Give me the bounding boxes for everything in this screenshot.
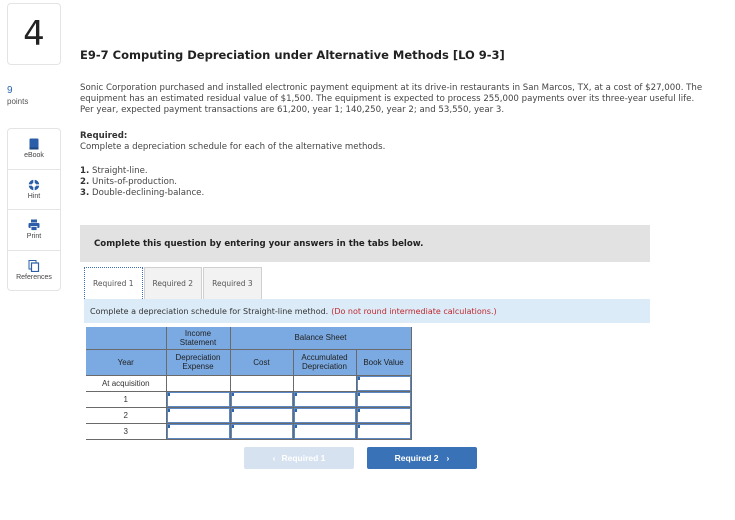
header-book-value: Book Value: [355, 349, 412, 375]
depreciation-expense-input[interactable]: [166, 407, 230, 423]
chevron-right-icon: ›: [446, 453, 450, 463]
required-section: Required: Complete a depreciation schedu…: [80, 131, 385, 153]
cost-input[interactable]: [230, 407, 293, 423]
book-value-input[interactable]: [356, 423, 411, 439]
book-value-cell: [355, 390, 412, 408]
accumulated-depreciation-input[interactable]: [293, 391, 356, 407]
tool-hint[interactable]: Hint: [8, 170, 60, 210]
points-info: 9 points: [7, 85, 28, 107]
next-button-label: Required 2: [394, 453, 439, 463]
points-value: 9: [7, 85, 13, 96]
cost-cell: [229, 422, 294, 440]
question-title: E9-7 Computing Depreciation under Altern…: [80, 48, 505, 62]
accumulated-depreciation-input[interactable]: [293, 407, 356, 423]
cost-input[interactable]: [230, 423, 293, 439]
accumulated-depreciation-input[interactable]: [293, 423, 356, 439]
printer-icon: [28, 219, 40, 232]
accumulated-depreciation-cell: [292, 422, 357, 440]
tab-instruction: Complete a depreciation schedule for Str…: [84, 299, 650, 323]
book-icon: [29, 138, 39, 150]
depreciation-expense-cell: [165, 422, 231, 440]
book-value-input[interactable]: [356, 375, 411, 391]
required-text: Complete a depreciation schedule for eac…: [80, 142, 386, 152]
tool-label: Hint: [27, 192, 41, 200]
method-item: 2. Units-of-production.: [80, 177, 178, 187]
chevron-left-icon: ‹: [272, 453, 276, 463]
prev-required-button[interactable]: ‹ Required 1: [244, 447, 354, 469]
header-balance-sheet: Balance Sheet: [229, 327, 412, 350]
year-cell: 2: [86, 406, 167, 424]
tab-required-3[interactable]: Required 3: [203, 267, 262, 299]
instruction-text: Complete a depreciation schedule for Str…: [90, 306, 329, 316]
next-required-button[interactable]: Required 2 ›: [367, 447, 477, 469]
table-row: 1: [86, 390, 412, 408]
book-value-cell: [355, 406, 412, 424]
table-row: 2: [86, 406, 412, 424]
tab-required-1[interactable]: Required 1: [84, 267, 143, 299]
depreciation-expense-input[interactable]: [166, 423, 230, 439]
required-heading: Required:: [80, 131, 128, 141]
tool-print[interactable]: Print: [8, 210, 60, 251]
tab-required-2[interactable]: Required 2: [143, 267, 203, 299]
required-tabs: Required 1 Required 2 Required 3: [84, 267, 263, 299]
tool-references[interactable]: References: [8, 251, 60, 292]
accumulated-depreciation-cell: [292, 390, 357, 408]
tools-sidebar: eBook Hint Print References: [7, 128, 61, 291]
method-item: 3. Double-declining-balance.: [80, 188, 205, 198]
header-income-statement: Income Statement: [165, 327, 231, 350]
tool-label: eBook: [24, 152, 44, 160]
depreciation-expense-cell: [165, 406, 231, 424]
book-value-input[interactable]: [356, 407, 411, 423]
instruction-warning: (Do not round intermediate calculations.…: [331, 306, 497, 316]
year-cell: At acquisition: [86, 374, 167, 392]
instructions-banner: Complete this question by entering your …: [80, 225, 650, 262]
tool-ebook[interactable]: eBook: [8, 129, 60, 170]
tool-label: References: [16, 274, 52, 282]
methods-list: 1. Straight-line. 2. Units-of-production…: [80, 166, 204, 199]
method-item: 1. Straight-line.: [80, 166, 148, 176]
header-blank: [86, 327, 167, 350]
book-value-cell: [355, 422, 412, 440]
depreciation-expense-cell: [165, 374, 231, 392]
book-value-input[interactable]: [356, 391, 411, 407]
table-row: 3: [86, 422, 412, 440]
cost-cell: [229, 374, 294, 392]
documents-icon: [28, 260, 40, 273]
points-label: points: [7, 97, 29, 106]
problem-text: Sonic Corporation purchased and installe…: [80, 83, 703, 115]
book-value-cell: [355, 374, 412, 392]
question-number: 4: [7, 3, 61, 65]
table-row: At acquisition: [86, 374, 412, 392]
cost-cell: [229, 406, 294, 424]
depreciation-schedule-table: Income Statement Balance Sheet Year Depr…: [86, 327, 412, 440]
year-cell: 3: [86, 422, 167, 440]
cost-input[interactable]: [230, 391, 293, 407]
accumulated-depreciation-cell: [292, 406, 357, 424]
prev-button-label: Required 1: [281, 453, 326, 463]
cost-cell: [229, 390, 294, 408]
year-cell: 1: [86, 390, 167, 408]
header-cost: Cost: [229, 349, 294, 375]
lifebuoy-icon: [28, 179, 40, 191]
depreciation-expense-input[interactable]: [166, 391, 230, 407]
header-depreciation-expense: Depreciation Expense: [165, 349, 231, 375]
tool-label: Print: [26, 233, 42, 241]
header-year: Year: [86, 349, 167, 375]
depreciation-expense-cell: [165, 390, 231, 408]
header-accumulated-depreciation: Accumulated Depreciation: [292, 349, 357, 375]
accumulated-depreciation-cell: [292, 374, 357, 392]
